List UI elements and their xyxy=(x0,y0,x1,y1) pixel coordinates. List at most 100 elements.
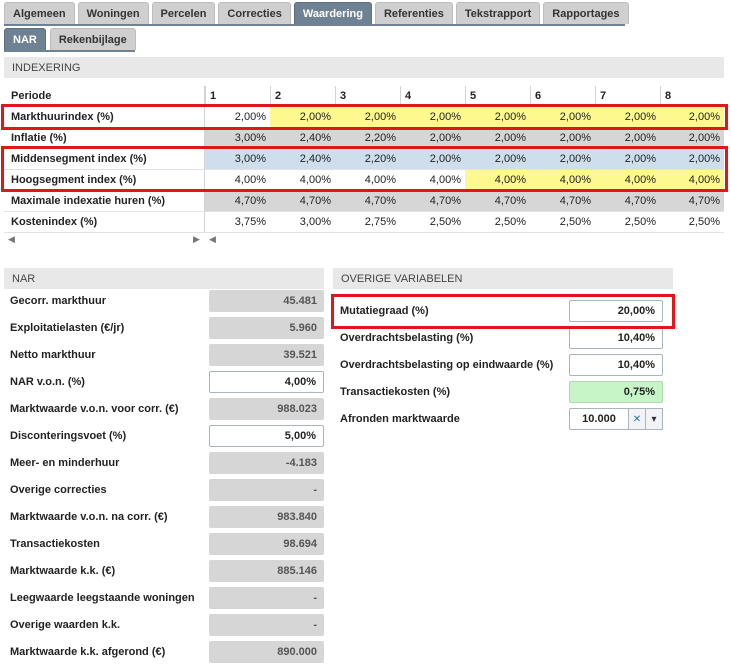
nar-row: Gecorr. markthuur 45.481 xyxy=(4,290,324,317)
chevron-down-icon[interactable]: ▾ xyxy=(646,408,663,430)
index-cell[interactable]: 2,00% xyxy=(400,107,465,127)
index-cell: 3,00% xyxy=(205,128,270,148)
nar-row: Overige waarden k.k. - xyxy=(4,614,324,641)
nar-header: NAR xyxy=(4,268,324,289)
index-cell[interactable]: 2,00% xyxy=(335,107,400,127)
x-icon[interactable]: ✕ xyxy=(629,408,646,430)
nar-label: Meer- en minderhuur xyxy=(10,457,120,469)
mutatiegraad-input[interactable]: 20,00% xyxy=(569,300,663,322)
index-cell[interactable]: 2,00% xyxy=(530,107,595,127)
index-cell[interactable]: 2,50% xyxy=(530,212,595,232)
index-cell[interactable]: 4,00% xyxy=(400,170,465,190)
subtabbar-underline xyxy=(4,50,135,52)
grid-scrollbar[interactable]: ◀ ▶ ◀ xyxy=(4,234,724,248)
index-cell[interactable]: 2,00% xyxy=(595,149,660,169)
period-3: 3 xyxy=(335,86,400,106)
index-cell[interactable]: 2,00% xyxy=(660,149,724,169)
nar-value: 988.023 xyxy=(209,398,324,420)
nar-label: Overige correcties xyxy=(10,484,107,496)
index-cell[interactable]: 4,00% xyxy=(335,170,400,190)
index-cell[interactable]: 2,75% xyxy=(335,212,400,232)
nar-value: - xyxy=(209,587,324,609)
nar-label: Marktwaarde k.k. (€) xyxy=(10,565,116,577)
index-cell[interactable]: 2,00% xyxy=(270,107,335,127)
overdrachtsbelasting-eindwaarde-input[interactable]: 10,40% xyxy=(569,354,663,376)
nar-label: NAR v.o.n. (%) xyxy=(10,376,85,388)
tab-woningen[interactable]: Woningen xyxy=(77,2,149,24)
nar-value: -4.183 xyxy=(209,452,324,474)
triangle-right-icon[interactable]: ▶ xyxy=(193,234,200,245)
index-cell[interactable]: 2,00% xyxy=(595,107,660,127)
period-2: 2 xyxy=(270,86,335,106)
nar-row: Leegwaarde leegstaande woningen - xyxy=(4,587,324,614)
nar-label: Marktwaarde v.o.n. na corr. (€) xyxy=(10,511,168,523)
index-cell: 2,00% xyxy=(595,128,660,148)
index-cell[interactable]: 2,00% xyxy=(660,107,724,127)
nar-row: Overige correcties - xyxy=(4,479,324,506)
subtab-rekenbijlage[interactable]: Rekenbijlage xyxy=(49,28,136,50)
nar-value: 890.000 xyxy=(209,641,324,663)
index-cell[interactable]: 2,50% xyxy=(465,212,530,232)
tab-algemeen[interactable]: Algemeen xyxy=(4,2,75,24)
tab-waardering[interactable]: Waardering xyxy=(293,2,372,24)
period-4: 4 xyxy=(400,86,465,106)
period-8: 8 xyxy=(660,86,724,106)
index-cell: 2,00% xyxy=(660,128,724,148)
overige-label: Mutatiegraad (%) xyxy=(340,305,429,317)
index-cell[interactable]: 4,00% xyxy=(205,170,270,190)
triangle-left-icon[interactable]: ◀ xyxy=(8,234,15,245)
tab-tekstrapport[interactable]: Tekstrapport xyxy=(455,2,541,24)
index-cell[interactable]: 2,00% xyxy=(400,149,465,169)
period-header-row: Periode 1 2 3 4 5 6 7 8 xyxy=(4,86,724,107)
index-cell[interactable]: 3,00% xyxy=(270,212,335,232)
index-cell[interactable]: 2,00% xyxy=(530,149,595,169)
nar-label: Transactiekosten xyxy=(10,538,100,550)
index-cell[interactable]: 4,00% xyxy=(595,170,660,190)
afronden-value[interactable]: 10.000 xyxy=(569,408,629,430)
index-cell[interactable]: 4,00% xyxy=(270,170,335,190)
index-cell[interactable]: 2,00% xyxy=(205,107,270,127)
index-cell[interactable]: 2,50% xyxy=(595,212,660,232)
tab-referenties[interactable]: Referenties xyxy=(374,2,453,24)
index-cell[interactable]: 2,20% xyxy=(335,149,400,169)
index-cell[interactable]: 4,00% xyxy=(465,170,530,190)
nar-von-input[interactable]: 4,00% xyxy=(209,371,324,393)
overige-label: Transactiekosten (%) xyxy=(340,386,451,398)
index-cell[interactable]: 4,00% xyxy=(660,170,724,190)
nar-value: 5.960 xyxy=(209,317,324,339)
row-label: Maximale indexatie huren (%) xyxy=(4,191,205,211)
overige-label: Afronden marktwaarde xyxy=(340,413,460,425)
nar-value: - xyxy=(209,614,324,636)
row-label: Middensegment index (%) xyxy=(4,149,205,169)
transactiekosten-input[interactable]: 0,75% xyxy=(569,381,663,403)
afronden-marktwaarde-select[interactable]: 10.000 ✕ ▾ xyxy=(569,408,663,430)
nar-label: Gecorr. markthuur xyxy=(10,295,106,307)
tab-percelen[interactable]: Percelen xyxy=(151,2,216,24)
tab-correcties[interactable]: Correcties xyxy=(218,2,291,24)
tab-rapportages[interactable]: Rapportages xyxy=(543,2,629,24)
index-cell[interactable]: 2,50% xyxy=(660,212,724,232)
overige-label: Overdrachtsbelasting op eindwaarde (%) xyxy=(340,359,554,371)
sub-tabs: NAR Rekenbijlage xyxy=(4,28,136,50)
row-hoogsegment: Hoogsegment index (%) 4,00% 4,00% 4,00% … xyxy=(4,170,724,191)
index-cell[interactable]: 3,75% xyxy=(205,212,270,232)
nar-row: Disconteringsvoet (%) 5,00% xyxy=(4,425,324,452)
index-cell[interactable]: 4,00% xyxy=(530,170,595,190)
overdrachtsbelasting-input[interactable]: 10,40% xyxy=(569,327,663,349)
disconteringsvoet-input[interactable]: 5,00% xyxy=(209,425,324,447)
triangle-left-icon[interactable]: ◀ xyxy=(209,234,216,245)
nar-row: Netto markthuur 39.521 xyxy=(4,344,324,371)
index-cell[interactable]: 3,00% xyxy=(205,149,270,169)
index-cell: 4,70% xyxy=(660,191,724,211)
index-cell: 4,70% xyxy=(400,191,465,211)
indexering-header: INDEXERING xyxy=(4,57,724,78)
index-cell[interactable]: 2,50% xyxy=(400,212,465,232)
index-cell[interactable]: 2,40% xyxy=(270,149,335,169)
subtab-nar[interactable]: NAR xyxy=(4,28,46,50)
index-cell[interactable]: 2,00% xyxy=(465,107,530,127)
row-maximale-indexatie: Maximale indexatie huren (%) 4,70% 4,70%… xyxy=(4,191,724,212)
nar-value: 98.694 xyxy=(209,533,324,555)
row-label: Kostenindex (%) xyxy=(4,212,205,232)
row-markthuurindex: Markthuurindex (%) 2,00% 2,00% 2,00% 2,0… xyxy=(4,107,724,128)
index-cell[interactable]: 2,00% xyxy=(465,149,530,169)
